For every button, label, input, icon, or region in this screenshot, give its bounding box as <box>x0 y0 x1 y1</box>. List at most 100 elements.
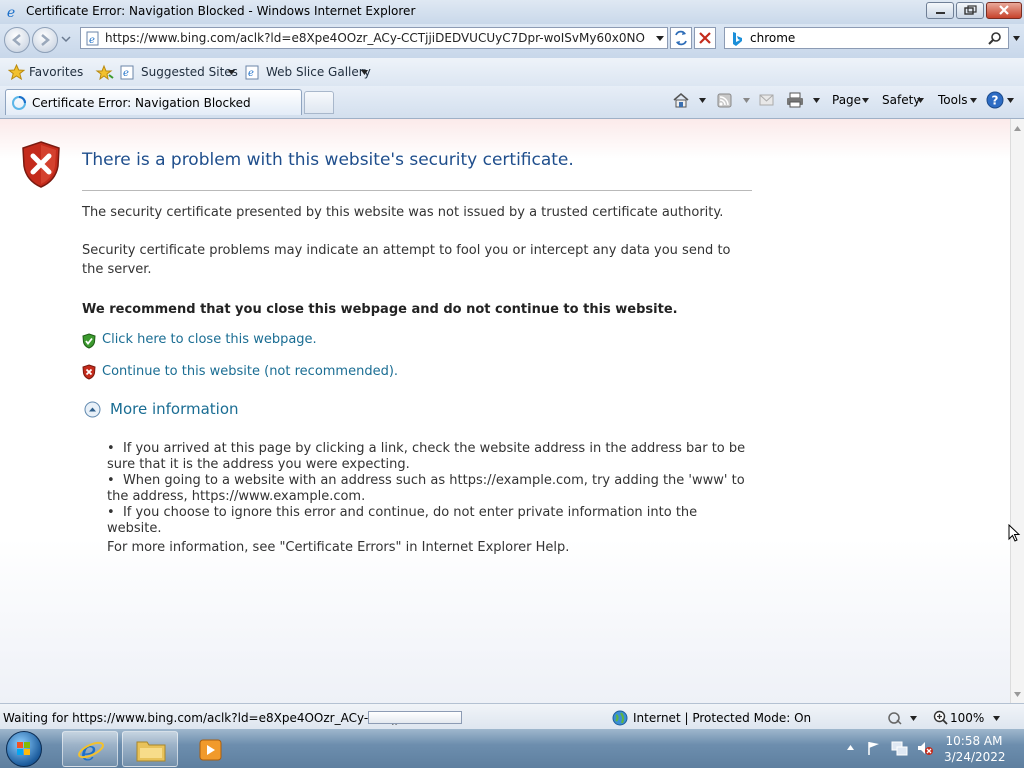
home-dropdown-icon[interactable] <box>698 97 707 104</box>
network-icon[interactable] <box>891 740 908 756</box>
media-player-icon <box>199 739 222 761</box>
zoom-level[interactable]: 100% <box>950 711 984 725</box>
show-hidden-icons[interactable] <box>846 744 855 751</box>
system-clock[interactable]: 10:58 AM 3/24/2022 <box>944 733 1006 765</box>
error-shield-icon <box>22 141 60 188</box>
stop-icon <box>699 32 711 44</box>
zoom-dropdown-icon[interactable] <box>992 715 1001 722</box>
error-heading: There is a problem with this website's s… <box>82 150 574 170</box>
list-item-text: If you choose to ignore this error and c… <box>107 505 698 536</box>
address-url[interactable]: https://www.bing.com/aclk?ld=e8Xpe4OOzr_… <box>105 31 645 45</box>
tab-certificate-error[interactable]: Certificate Error: Navigation Blocked <box>5 89 302 115</box>
close-icon <box>999 5 1009 15</box>
print-icon[interactable] <box>786 92 804 108</box>
svg-text:e: e <box>248 68 254 79</box>
taskbar-internet-explorer[interactable]: e <box>62 731 118 767</box>
title-bar: e Certificate Error: Navigation Blocked … <box>0 0 1024 24</box>
ie-icon: e <box>7 5 15 19</box>
feeds-icon[interactable] <box>717 93 733 108</box>
green-shield-icon <box>82 333 96 349</box>
web-slice-gallery-link[interactable]: Web Slice Gallery <box>266 65 371 79</box>
svg-text:e: e <box>123 68 129 79</box>
windows-logo-icon <box>17 742 30 755</box>
address-bar[interactable]: e https://www.bing.com/aclk?ld=e8Xpe4OOz… <box>80 27 668 49</box>
window-title: Certificate Error: Navigation Blocked - … <box>26 4 416 18</box>
home-icon[interactable] <box>672 92 690 108</box>
scroll-down-icon[interactable] <box>1013 691 1022 698</box>
chevron-down-icon[interactable] <box>861 97 870 104</box>
taskbar-media-player[interactable] <box>182 731 238 767</box>
back-arrow-icon <box>12 34 21 46</box>
chevron-down-icon[interactable] <box>909 715 918 722</box>
page-menu[interactable]: Page <box>832 93 861 107</box>
web-slice-gallery-icon: e <box>245 65 259 80</box>
action-center-flag-icon[interactable] <box>866 740 882 756</box>
recommendation-text: We recommend that you close this webpage… <box>82 302 678 317</box>
address-dropdown-icon[interactable] <box>655 35 665 43</box>
taskbar-windows-explorer[interactable] <box>122 731 178 767</box>
svg-text:e: e <box>81 737 96 765</box>
search-options-dropdown[interactable] <box>1012 35 1021 43</box>
list-item: • If you arrived at this page by clickin… <box>107 441 746 472</box>
suggested-sites-link[interactable]: Suggested Sites <box>141 65 238 79</box>
paragraph-untrusted: The security certificate presented by th… <box>82 205 724 220</box>
mouse-cursor-icon <box>1008 524 1021 542</box>
volume-muted-icon[interactable] <box>916 740 934 756</box>
status-text: Waiting for https://www.bing.com/aclk?ld… <box>3 711 403 725</box>
refresh-icon <box>675 30 687 46</box>
new-tab-button[interactable] <box>304 91 334 114</box>
restore-button[interactable] <box>956 2 984 19</box>
feeds-dropdown-icon[interactable] <box>742 97 751 104</box>
popup-blocker-icon[interactable] <box>886 710 904 725</box>
print-dropdown-icon[interactable] <box>812 97 821 104</box>
vertical-scrollbar[interactable] <box>1010 119 1024 703</box>
collapse-more-info-icon[interactable] <box>84 401 101 418</box>
help-dropdown-icon[interactable] <box>1006 97 1015 104</box>
continue-website-link[interactable]: Continue to this website (not recommende… <box>102 364 398 379</box>
loading-progress-bar <box>368 711 462 724</box>
close-window-button[interactable] <box>986 2 1022 19</box>
list-item: • If you choose to ignore this error and… <box>107 505 698 536</box>
scroll-up-icon[interactable] <box>1013 125 1022 132</box>
chevron-down-icon[interactable] <box>227 69 236 76</box>
help-icon[interactable]: ? <box>986 91 1004 109</box>
forward-button[interactable] <box>32 27 58 53</box>
minimize-button[interactable] <box>926 2 954 19</box>
close-webpage-link[interactable]: Click here to close this webpage. <box>102 332 317 347</box>
recent-pages-dropdown[interactable] <box>61 35 71 43</box>
tools-menu[interactable]: Tools <box>938 93 968 107</box>
favorites-button[interactable]: Favorites <box>29 65 83 79</box>
chevron-down-icon[interactable] <box>916 97 925 104</box>
paragraph-warning: Security certificate problems may indica… <box>82 243 731 277</box>
stop-button[interactable] <box>694 27 716 49</box>
security-zone[interactable]: Internet | Protected Mode: On <box>633 711 811 725</box>
ie-icon: e <box>78 737 104 765</box>
more-information-toggle[interactable]: More information <box>110 400 239 418</box>
chevron-down-icon[interactable] <box>360 69 369 76</box>
svg-text:e: e <box>7 5 15 19</box>
list-item-text: When going to a website with an address … <box>107 473 745 504</box>
search-box[interactable]: chrome <box>724 27 1009 49</box>
search-icon[interactable] <box>987 31 1003 47</box>
suggested-sites-icon: e <box>120 65 134 80</box>
clock-time: 10:58 AM <box>945 734 1003 748</box>
minimize-icon <box>936 12 945 14</box>
read-mail-icon[interactable] <box>759 94 775 107</box>
svg-text:?: ? <box>992 94 999 108</box>
list-item: • When going to a website with an addres… <box>107 473 745 504</box>
compatibility-view-button[interactable] <box>670 27 692 49</box>
forward-arrow-icon <box>41 34 50 46</box>
more-information-list: • If you arrived at this page by clickin… <box>107 441 747 537</box>
back-button[interactable] <box>4 27 30 53</box>
start-button[interactable] <box>6 731 42 767</box>
safety-menu[interactable]: Safety <box>882 93 920 107</box>
restore-icon <box>964 5 977 15</box>
folder-icon <box>136 741 166 762</box>
loading-spinner-icon <box>12 96 26 110</box>
chevron-down-icon[interactable] <box>969 97 978 104</box>
search-query[interactable]: chrome <box>750 31 795 45</box>
page-icon: e <box>86 31 99 46</box>
add-to-favorites-bar-icon[interactable] <box>95 64 115 81</box>
list-item-text: If you arrived at this page by clicking … <box>107 441 746 472</box>
zoom-icon[interactable] <box>933 710 949 725</box>
